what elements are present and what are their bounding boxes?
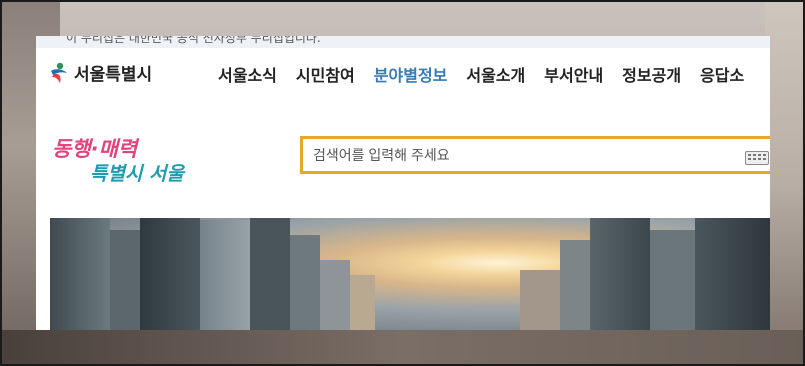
slogan-line2: 특별시 서울	[90, 163, 187, 185]
seoul-logo-icon	[51, 62, 67, 83]
building	[290, 235, 320, 330]
slogan-line1: 동행·매력	[52, 137, 140, 161]
nav-item-participation[interactable]: 시민참여	[296, 62, 355, 86]
hero-image	[50, 218, 770, 330]
nav-item-disclosure[interactable]: 정보공개	[622, 62, 681, 86]
building	[350, 275, 375, 330]
building	[650, 230, 695, 330]
site-header: 서울특별시 서울소식 시민참여 분야별정보 서울소개 부서안내 정보공개 응답소	[36, 50, 770, 98]
building	[560, 240, 590, 330]
building	[110, 230, 140, 330]
building	[50, 218, 110, 330]
background-right	[765, 0, 805, 366]
keyboard-icon[interactable]	[745, 151, 769, 165]
gov-banner: 이 누리집은 대한민국 공식 전자정부 누리집입니다.	[36, 36, 770, 48]
nav-item-news[interactable]: 서울소식	[218, 62, 277, 86]
building	[590, 218, 650, 330]
building	[140, 218, 200, 330]
logo-text: 서울특별시	[74, 65, 153, 84]
site-logo[interactable]: 서울특별시	[48, 60, 152, 85]
building	[250, 218, 290, 330]
browser-page: 이 누리집은 대한민국 공식 전자정부 누리집입니다. 서울특별시 서울소식 시…	[36, 36, 770, 330]
background-bottom	[0, 330, 805, 366]
nav-item-response[interactable]: 응답소	[700, 62, 744, 86]
nav-item-departments[interactable]: 부서안내	[544, 62, 603, 86]
nav-item-about[interactable]: 서울소개	[466, 62, 525, 86]
building	[520, 270, 560, 330]
nav-item-field-info[interactable]: 분야별정보	[374, 62, 448, 86]
building	[695, 218, 770, 330]
search-box	[300, 136, 770, 174]
building	[320, 260, 350, 330]
gov-banner-text: 이 누리집은 대한민국 공식 전자정부 누리집입니다.	[66, 36, 321, 45]
slogan-logo: 동행·매력 특별시 서울	[52, 137, 187, 185]
search-input[interactable]	[303, 146, 735, 164]
main-nav: 서울소식 시민참여 분야별정보 서울소개 부서안내 정보공개 응답소	[218, 62, 763, 86]
building	[200, 220, 250, 330]
